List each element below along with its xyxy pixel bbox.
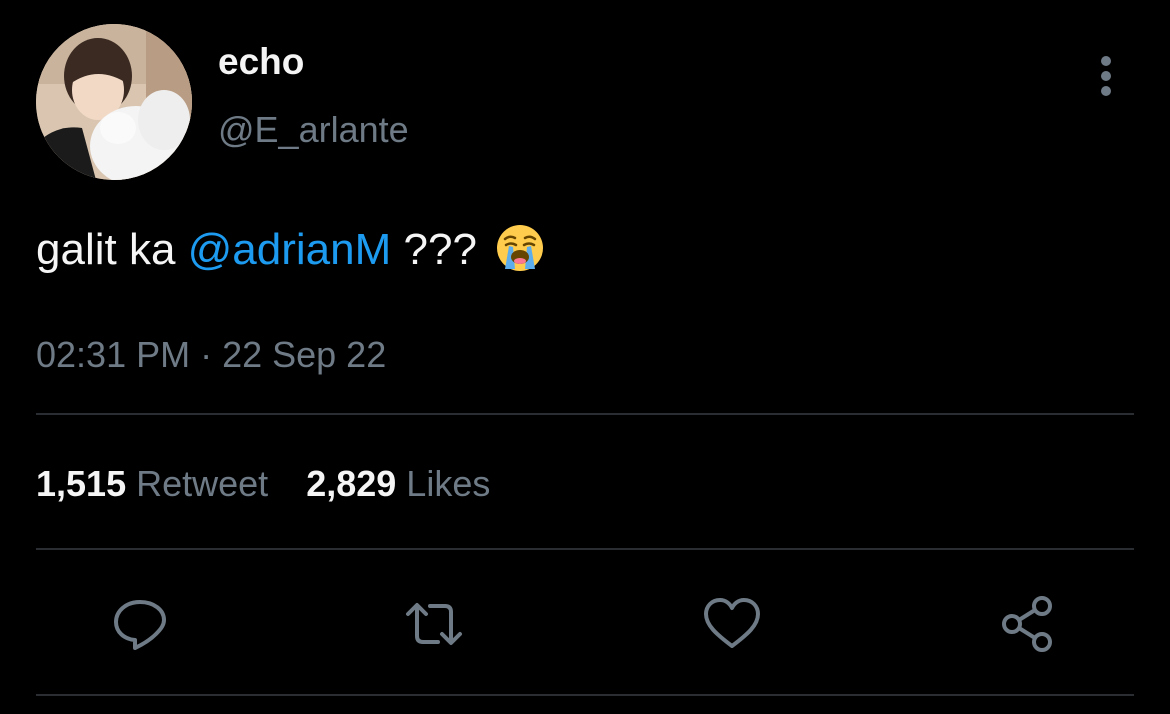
retweet-count: 1,515	[36, 463, 127, 504]
retweet-icon	[406, 603, 462, 645]
like-button[interactable]	[700, 592, 764, 656]
reply-button[interactable]	[108, 592, 172, 656]
like-icon	[704, 598, 760, 648]
more-dot	[1101, 86, 1111, 96]
divider	[36, 548, 1134, 550]
likes-count: 2,829	[306, 463, 397, 504]
loudly-crying-face-emoji	[497, 225, 544, 271]
display-name[interactable]: echo	[218, 40, 304, 84]
share-icon	[1002, 596, 1052, 652]
divider	[36, 694, 1134, 696]
divider	[36, 413, 1134, 415]
avatar-photo	[36, 24, 192, 180]
reply-icon	[114, 600, 166, 650]
tweet-stats: 1,515 Retweet 2,829 Likes	[36, 462, 490, 506]
tweet-card: echo @E_arlante galit ka @adrianM ??? 02…	[0, 0, 1170, 714]
more-options-icon[interactable]	[1090, 52, 1124, 98]
retweet-stat[interactable]: 1,515 Retweet	[36, 463, 268, 504]
likes-stat[interactable]: 2,829 Likes	[306, 463, 490, 504]
retweet-button[interactable]	[402, 592, 466, 656]
tweet-text: galit ka @adrianM ???	[36, 222, 545, 278]
likes-label: Likes	[406, 463, 491, 504]
more-dot	[1101, 56, 1111, 66]
avatar[interactable]	[36, 24, 192, 180]
tweet-text-tail: ???	[391, 225, 490, 274]
share-button[interactable]	[996, 592, 1060, 656]
retweet-label: Retweet	[136, 463, 269, 504]
more-dot	[1101, 71, 1111, 81]
user-handle[interactable]: @E_arlante	[218, 108, 409, 152]
tweet-text-body: galit ka	[36, 225, 188, 274]
mention-link[interactable]: @adrianM	[188, 225, 392, 274]
tweet-timestamp[interactable]: 02:31 PM · 22 Sep 22	[36, 333, 386, 377]
